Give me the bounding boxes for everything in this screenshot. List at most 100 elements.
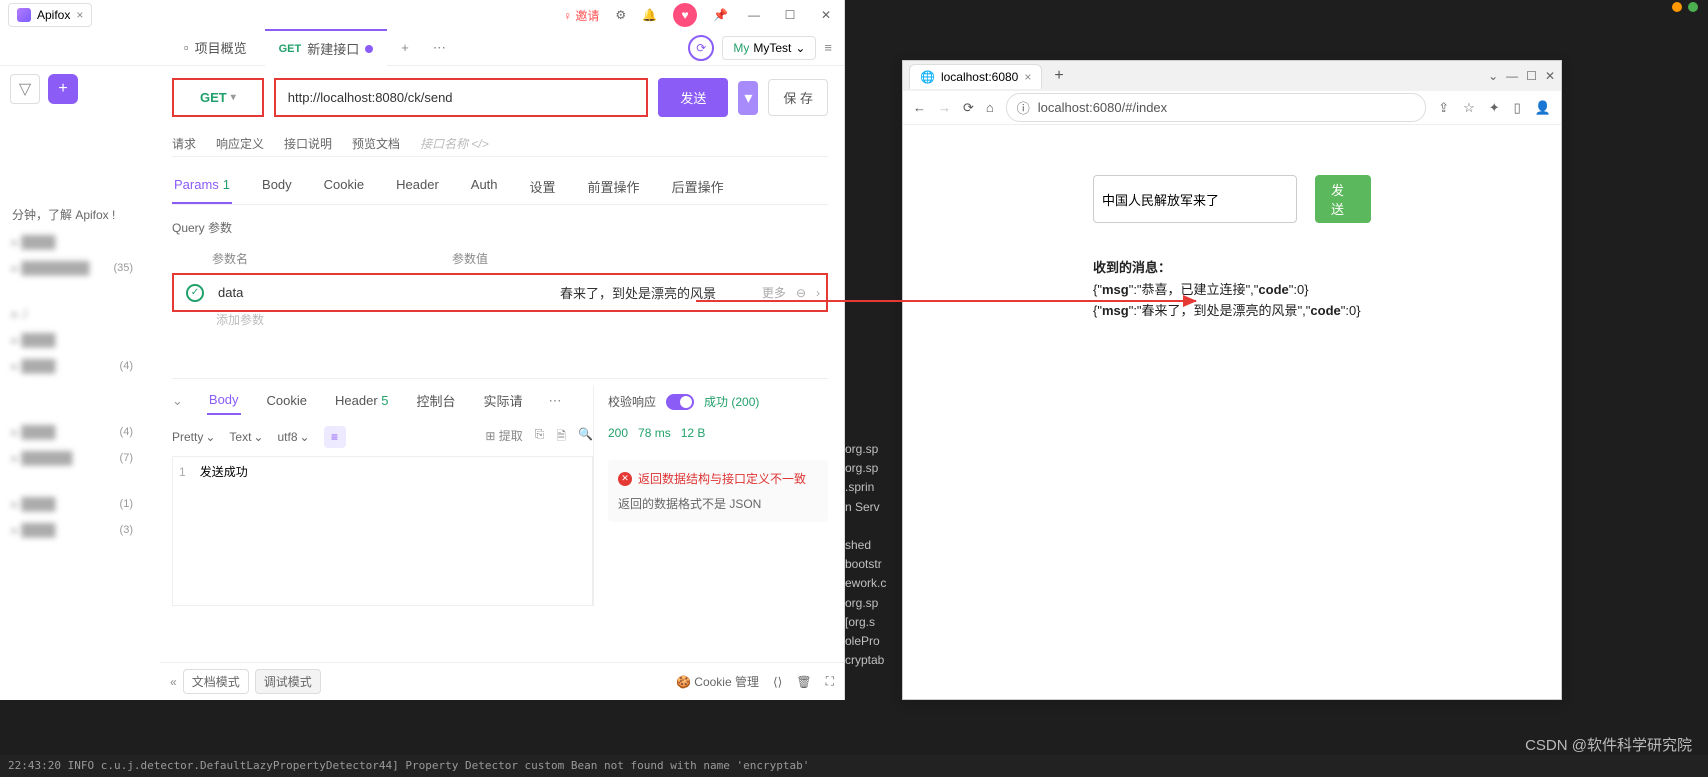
minimize-button[interactable]: —	[744, 8, 764, 22]
received-line: {"msg":"恭喜，已建立连接","code":0}	[1093, 280, 1371, 301]
search-icon[interactable]: 🔍	[578, 427, 593, 448]
delete-icon[interactable]: ⊖	[796, 286, 806, 300]
url-input[interactable]: http://localhost:8080/ck/send	[274, 78, 649, 117]
chevron-right-icon[interactable]: ›	[816, 286, 820, 300]
refresh-icon[interactable]: ⟳	[688, 35, 714, 61]
resp-tab-cookie[interactable]: Cookie	[265, 387, 309, 414]
resp-tab-actual[interactable]: 实际请	[482, 385, 525, 416]
close-icon[interactable]: ×	[76, 8, 83, 22]
send-button[interactable]: 发送	[1315, 175, 1371, 223]
heart-icon[interactable]: ♥	[673, 3, 697, 27]
sidebar-item[interactable]: ▸ ████	[12, 497, 55, 511]
reload-button[interactable]: ⟳	[963, 100, 974, 116]
response-body[interactable]: 1发送成功	[172, 456, 593, 606]
extensions-icon[interactable]: ✦	[1489, 100, 1500, 116]
tab-auth[interactable]: Auth	[469, 169, 500, 204]
tab-pre[interactable]: 前置操作	[586, 169, 642, 204]
collapse-icon[interactable]: ⌄	[172, 393, 183, 409]
tab-add-button[interactable]: +	[391, 40, 419, 55]
chevron-down-icon: ⌄	[795, 41, 805, 55]
tab-cookie[interactable]: Cookie	[322, 169, 366, 204]
minimize-button[interactable]: —	[1506, 69, 1518, 83]
sidebar-item[interactable]: ▸ ██████	[12, 451, 72, 465]
resp-tab-console[interactable]: 控制台	[415, 385, 458, 416]
sidebar-item[interactable]: ▸ ████████	[12, 261, 89, 275]
filter-button[interactable]: ▽	[10, 74, 40, 104]
tab-new-api[interactable]: GET 新建接口	[265, 29, 388, 66]
new-tab-button[interactable]: +	[1046, 67, 1071, 85]
maximize-button[interactable]: ☐	[1526, 69, 1537, 83]
utf8-select[interactable]: utf8 ⌄	[277, 430, 309, 444]
subtab-respdef[interactable]: 响应定义	[216, 135, 264, 152]
subtab-preview[interactable]: 预览文档	[352, 135, 400, 152]
tab-settings[interactable]: 设置	[528, 169, 558, 204]
more-link[interactable]: 更多	[762, 284, 786, 301]
env-selector[interactable]: My MyTest ⌄	[722, 36, 816, 60]
pin-icon[interactable]: 📌	[713, 8, 728, 22]
star-icon[interactable]: ☆	[1463, 100, 1475, 116]
app-tab[interactable]: Apifox ×	[8, 3, 92, 27]
watermark: CSDN @软件科学研究院	[1525, 734, 1692, 755]
sidebar-item[interactable]: ▸ ████	[12, 359, 55, 373]
extract-button[interactable]: ⊞ 提取	[485, 427, 522, 448]
tab-post[interactable]: 后置操作	[670, 169, 726, 204]
sidebar-item[interactable]: ▸ ████	[12, 333, 55, 347]
resp-tab-body[interactable]: Body	[207, 386, 241, 415]
copy-icon[interactable]: ⎘	[535, 427, 545, 448]
resp-tab-header[interactable]: Header 5	[333, 387, 391, 414]
chevron-down-icon[interactable]: ⌄	[1488, 69, 1498, 83]
app-icon	[17, 8, 31, 22]
close-icon[interactable]: ×	[1024, 70, 1031, 84]
text-select[interactable]: Text ⌄	[229, 430, 263, 444]
sidebar-item[interactable]: ▸ ████	[12, 235, 55, 249]
verify-toggle[interactable]	[666, 394, 694, 410]
browser-tab[interactable]: 🌐 localhost:6080 ×	[909, 64, 1042, 89]
subtab-request[interactable]: 请求	[172, 135, 196, 152]
close-button[interactable]: ✕	[816, 8, 836, 22]
env-settings-icon[interactable]: ≡	[824, 40, 832, 55]
maximize-button[interactable]: ☐	[780, 8, 800, 22]
save-icon[interactable]: 🗎	[556, 427, 566, 448]
more-icon[interactable]: ⋯	[549, 393, 562, 409]
check-icon[interactable]: ✓	[186, 284, 204, 302]
sidebar-item[interactable]: ▸ J	[12, 307, 27, 321]
add-param[interactable]: 添加参数	[172, 301, 828, 338]
tab-more-button[interactable]: ⋯	[423, 40, 456, 56]
address-bar[interactable]: ⓘ localhost:6080/#/index	[1006, 93, 1426, 122]
close-button[interactable]: ✕	[1545, 69, 1555, 83]
tab-overview[interactable]: ▫ 项目概览	[170, 30, 261, 65]
tab-body[interactable]: Body	[260, 169, 294, 204]
doc-mode[interactable]: 文档模式	[183, 669, 249, 694]
home-button[interactable]: ⌂	[986, 100, 994, 115]
share-icon[interactable]: ⇪	[1438, 100, 1449, 116]
format-icon[interactable]: ≡	[324, 426, 346, 448]
bottom-bar: « 文档模式 调试模式 🍪 Cookie 管理 ⟨⟩ 🗑 ⛶	[160, 662, 844, 700]
collapse-left-icon[interactable]: «	[170, 675, 177, 689]
api-name-input[interactable]: 接口名称 </>	[420, 135, 489, 152]
subtab-desc[interactable]: 接口说明	[284, 135, 332, 152]
add-button[interactable]: +	[48, 74, 78, 104]
cookie-manage[interactable]: 🍪 Cookie 管理	[676, 673, 759, 690]
profile-icon[interactable]: 👤	[1535, 100, 1551, 116]
message-input[interactable]	[1093, 175, 1297, 223]
sidebar-item[interactable]: ▸ ████	[12, 425, 55, 439]
gear-icon[interactable]: ⚙	[615, 8, 626, 22]
pretty-select[interactable]: Pretty ⌄	[172, 430, 215, 444]
trash-icon[interactable]: 🗑	[796, 675, 811, 689]
invite-link[interactable]: ♀ 邀请	[563, 7, 599, 24]
back-button[interactable]: ←	[913, 100, 926, 115]
tab-header[interactable]: Header	[394, 169, 441, 204]
send-button[interactable]: 发送	[658, 78, 728, 117]
method-select[interactable]: GET ▾	[172, 78, 264, 117]
tab-params[interactable]: Params1	[172, 169, 232, 204]
send-dropdown[interactable]: ▾	[738, 81, 758, 115]
debug-mode[interactable]: 调试模式	[255, 669, 321, 694]
expand-icon[interactable]: ⛶	[826, 674, 834, 689]
code-icon[interactable]: ⟨⟩	[773, 675, 782, 689]
save-button[interactable]: 保 存	[768, 79, 828, 116]
forward-button[interactable]: →	[938, 100, 951, 115]
bell-icon[interactable]: 🔔	[642, 8, 657, 22]
sidepanel-icon[interactable]: ▯	[1514, 100, 1521, 116]
info-icon[interactable]: ⓘ	[1017, 98, 1030, 117]
sidebar-item[interactable]: ▸ ████	[12, 523, 55, 537]
